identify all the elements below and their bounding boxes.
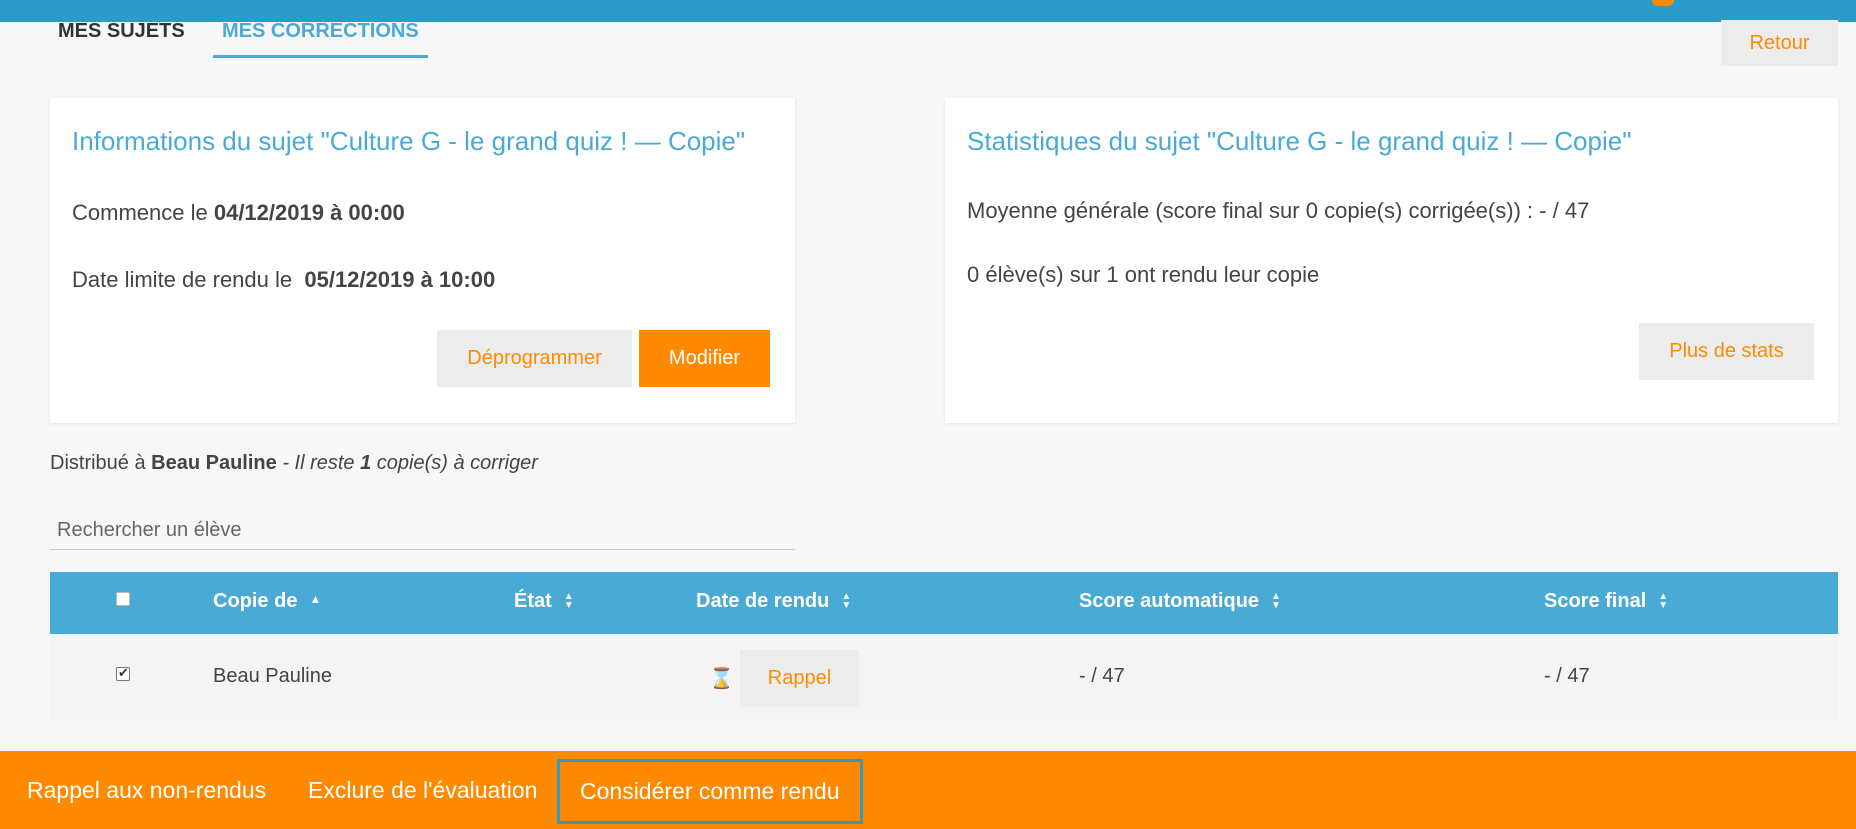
top-navbar [0, 0, 1856, 22]
back-button[interactable]: Retour [1721, 20, 1838, 66]
column-header-auto-score[interactable]: Score automatique ▲ ▼ [1079, 590, 1281, 613]
distribution-prefix: Distribué à [50, 452, 152, 474]
subject-info-card: Informations du sujet "Culture G - le gr… [50, 98, 795, 423]
column-final-score-label: Score final [1544, 590, 1647, 612]
average-score-line: Moyenne générale (score final sur 0 copi… [967, 198, 1590, 223]
sort-icon: ▲ ▼ [841, 590, 852, 611]
column-header-copy[interactable]: Copie de ▲ [213, 590, 321, 613]
column-header-date[interactable]: Date de rendu ▲ ▼ [696, 590, 851, 613]
sort-asc-icon: ▲ [309, 591, 322, 606]
bulk-actions-bar: Rappel aux non-rendus Exclure de l'évalu… [0, 751, 1856, 829]
column-state-label: État [514, 590, 552, 612]
column-date-label: Date de rendu [696, 590, 830, 612]
column-auto-score-label: Score automatique [1079, 590, 1260, 612]
row-auto-score: - / 47 [1079, 665, 1125, 687]
exclude-from-evaluation-button[interactable]: Exclure de l'évaluation [308, 751, 537, 829]
start-date-line: Commence le 04/12/2019 à 00:00 [72, 200, 405, 226]
sort-icon: ▲ ▼ [1658, 590, 1669, 611]
row-final-score: - / 47 [1544, 665, 1590, 687]
start-date-value: 04/12/2019 à 00:00 [213, 200, 405, 225]
column-copy-label: Copie de [213, 590, 298, 612]
tab-my-corrections[interactable]: MES CORRECTIONS [213, 20, 428, 58]
select-all-checkbox[interactable] [116, 592, 130, 606]
tab-my-subjects[interactable]: MES SUJETS [58, 20, 185, 43]
subject-stats-title: Statistiques du sujet "Culture G - le gr… [967, 126, 1632, 156]
reminder-button[interactable]: Rappel [740, 650, 859, 707]
table-header: Copie de ▲ État ▲ ▼ Date de rendu ▲ ▼ Scor… [50, 572, 1838, 634]
mark-as-submitted-button[interactable]: Considérer comme rendu [557, 759, 863, 824]
row-checkbox[interactable] [116, 665, 130, 681]
start-date-label: Commence le [72, 200, 214, 225]
remaining-suffix: copie(s) à corriger [371, 452, 538, 474]
student-search-input[interactable] [50, 512, 795, 550]
column-header-state[interactable]: État ▲ ▼ [514, 590, 574, 613]
submitted-count-line: 0 élève(s) sur 1 ont rendu leur copie [967, 262, 1320, 287]
remind-non-submitted-button[interactable]: Rappel aux non-rendus [27, 751, 266, 829]
remaining-prefix: - Il reste [276, 452, 361, 474]
hourglass-icon: ⌛ [709, 668, 734, 690]
deadline-value: 05/12/2019 à 10:00 [304, 267, 496, 292]
deadline-line: Date limite de rendu le 05/12/2019 à 10:… [72, 267, 495, 293]
remaining-count: 1 [360, 452, 372, 474]
unschedule-button[interactable]: Déprogrammer [437, 330, 632, 387]
sort-icon: ▲ ▼ [563, 590, 574, 611]
more-stats-button[interactable]: Plus de stats [1639, 323, 1814, 380]
table-row[interactable]: Beau Pauline ⌛ Rappel - / 47 - / 47 [50, 634, 1838, 720]
subject-info-title: Informations du sujet "Culture G - le gr… [72, 126, 746, 156]
subject-stats-card: Statistiques du sujet "Culture G - le gr… [945, 98, 1838, 423]
column-header-final-score[interactable]: Score final ▲ ▼ [1544, 590, 1668, 613]
sort-icon: ▲ ▼ [1271, 590, 1281, 611]
notification-badge[interactable] [1652, 0, 1674, 6]
deadline-label: Date limite de rendu le [72, 267, 299, 292]
distribution-student: Beau Pauline [151, 452, 277, 474]
row-student-name: Beau Pauline [213, 665, 332, 687]
edit-button[interactable]: Modifier [639, 330, 770, 387]
distribution-info: Distribué à Beau Pauline - Il reste 1 co… [50, 452, 538, 475]
